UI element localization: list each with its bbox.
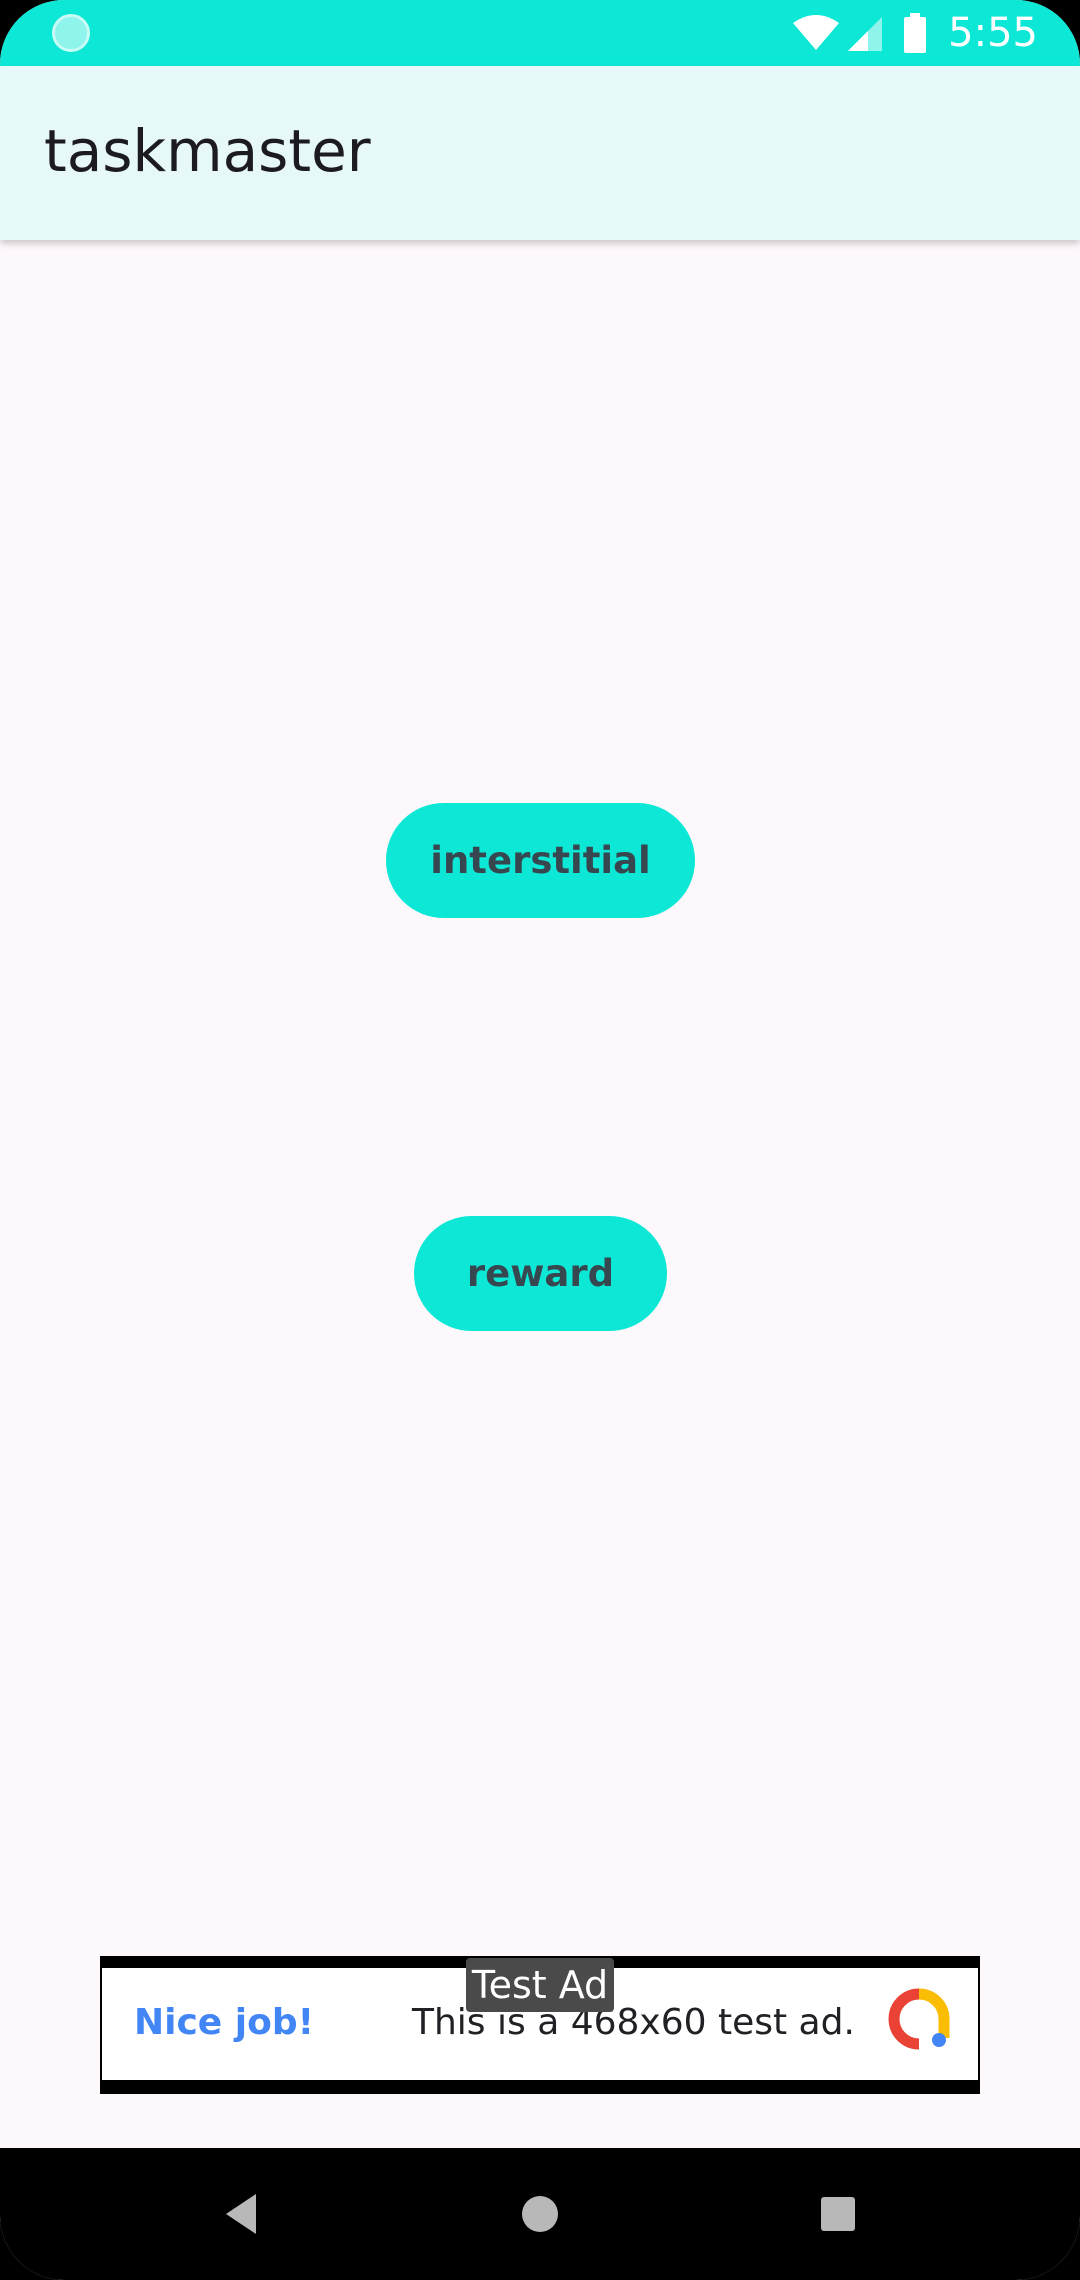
ad-headline: Nice job!	[134, 2002, 315, 2043]
home-icon[interactable]	[520, 2192, 560, 2236]
notification-dot-icon	[52, 14, 90, 52]
reward-button[interactable]: reward	[414, 1216, 667, 1331]
app-screen: 5:55 taskmaster interstitial reward Nice…	[0, 0, 1080, 2280]
app-title: taskmaster	[44, 117, 371, 185]
signal-icon	[848, 17, 883, 51]
app-bar: taskmaster	[0, 66, 1080, 240]
navigation-bar	[0, 2148, 1080, 2280]
test-ad-badge: Test Ad	[466, 1958, 614, 2012]
status-indicators: 5:55	[792, 0, 1080, 66]
interstitial-button[interactable]: interstitial	[386, 803, 695, 918]
status-time: 5:55	[948, 10, 1038, 56]
back-icon[interactable]	[222, 2192, 262, 2236]
wifi-icon	[793, 15, 840, 50]
recents-icon[interactable]	[818, 2192, 858, 2236]
status-bar: 5:55	[0, 0, 1080, 66]
admob-logo-icon	[888, 1988, 950, 2050]
battery-icon	[904, 13, 927, 53]
